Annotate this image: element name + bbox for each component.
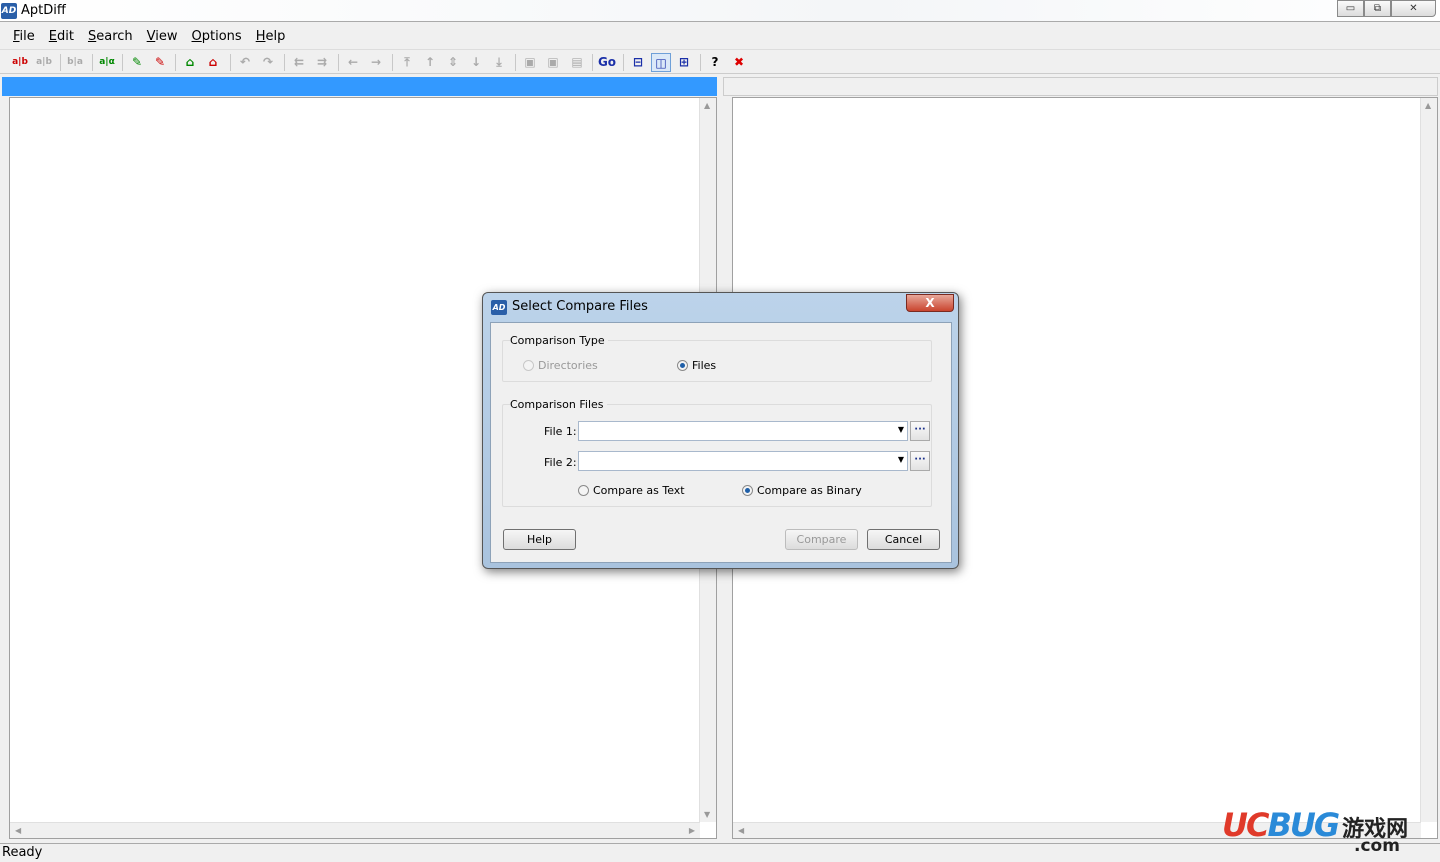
- menu-options[interactable]: Options: [185, 27, 249, 47]
- toolbar-separator: [592, 54, 593, 71]
- menu-view[interactable]: View: [140, 27, 185, 47]
- recompare-icon[interactable]: a|b: [34, 53, 54, 72]
- right-pane-header: [723, 77, 1438, 96]
- compare-as-binary-radio[interactable]: Compare as Binary: [742, 484, 862, 497]
- split-layout-icon[interactable]: ⊞: [674, 53, 694, 72]
- dialog-title: Select Compare Files: [512, 299, 648, 314]
- status-bar: Ready: [0, 843, 1440, 862]
- menu-bar: File Edit Search View Options Help: [0, 27, 292, 47]
- edit-left-icon[interactable]: ✎: [127, 53, 147, 72]
- maximize-icon[interactable]: ⧉: [1364, 0, 1391, 17]
- file1-label: File 1:: [544, 425, 577, 438]
- copy-to-right-icon[interactable]: ⇉: [312, 53, 332, 72]
- toolbar-separator: [230, 54, 231, 71]
- file2-label: File 2:: [544, 456, 577, 469]
- mark-right-icon[interactable]: ⌂: [203, 53, 223, 72]
- toolbar-separator: [392, 54, 393, 71]
- mark-left-icon[interactable]: ⌂: [180, 53, 200, 72]
- dialog-close-button[interactable]: X: [906, 294, 954, 312]
- files-radio[interactable]: Files: [677, 359, 716, 372]
- close-icon[interactable]: ✕: [1391, 0, 1436, 17]
- last-diff-icon[interactable]: ⤓: [489, 53, 509, 72]
- redo-icon[interactable]: ↷: [258, 53, 278, 72]
- save-all-icon[interactable]: ▤: [567, 53, 587, 72]
- comparison-type-label: Comparison Type: [510, 334, 608, 347]
- arrow-left-icon[interactable]: ←: [343, 53, 363, 72]
- toolbar-separator: [60, 54, 61, 71]
- edit-right-icon[interactable]: ✎: [150, 53, 170, 72]
- arrow-right-icon[interactable]: →: [366, 53, 386, 72]
- next-diff-icon[interactable]: ↓: [466, 53, 486, 72]
- current-diff-icon[interactable]: ⇕: [443, 53, 463, 72]
- comparison-files-label: Comparison Files: [510, 398, 607, 411]
- toolbar-separator: [338, 54, 339, 71]
- file2-browse-button[interactable]: ···: [910, 451, 930, 471]
- toolbar: a|b a|b b|a a|α ✎ ✎ ⌂ ⌂ ↶ ↷ ⇇ ⇉ ← → ⤒ ↑ ⇕ ↓ ⤓ ▣ ▣ ▤ Go ⊟ ◫ ⊞? ✖: [0, 49, 1440, 74]
- app-icon: AD: [1, 3, 17, 19]
- compare-button[interactable]: Compare: [785, 529, 858, 550]
- toolbar-separator: [92, 54, 93, 71]
- toolbar-separator: [623, 54, 624, 71]
- toolbar-separator: [175, 54, 176, 71]
- dialog-app-icon: AD: [491, 300, 507, 315]
- swap-icon[interactable]: b|a: [65, 53, 85, 72]
- chevron-down-icon[interactable]: ▼: [898, 425, 904, 434]
- help-button[interactable]: Help: [503, 529, 576, 550]
- first-diff-icon[interactable]: ⤒: [397, 53, 417, 72]
- watermark-logo: UCBUG 游戏网 .com: [1222, 806, 1409, 856]
- undo-icon[interactable]: ↶: [235, 53, 255, 72]
- menu-file[interactable]: File: [6, 27, 42, 47]
- horizontal-layout-icon[interactable]: ⊟: [628, 53, 648, 72]
- help-icon[interactable]: ?: [705, 53, 725, 72]
- toolbar-separator: [515, 54, 516, 71]
- prev-diff-icon[interactable]: ↑: [420, 53, 440, 72]
- go-to-line-icon[interactable]: Go: [597, 53, 617, 72]
- toolbar-separator: [284, 54, 285, 71]
- right-vertical-scrollbar[interactable]: ▲: [1420, 98, 1437, 822]
- left-horizontal-scrollbar[interactable]: ◀ ▶: [10, 822, 700, 838]
- vertical-layout-icon[interactable]: ◫: [651, 53, 671, 72]
- file1-browse-button[interactable]: ···: [910, 421, 930, 441]
- options-compare-icon[interactable]: a|α: [97, 53, 117, 72]
- select-compare-files-dialog: AD Select Compare Files X Comparison Typ…: [482, 292, 959, 569]
- chevron-down-icon[interactable]: ▼: [898, 455, 904, 464]
- title-bar: AD AptDiff ▭ ⧉ ✕: [0, 0, 1440, 22]
- exit-icon[interactable]: ✖: [729, 53, 749, 72]
- left-pane-header: [2, 77, 717, 96]
- file2-combobox[interactable]: ▼: [578, 451, 908, 471]
- menu-edit[interactable]: Edit: [42, 27, 81, 47]
- save-left-icon[interactable]: ▣: [520, 53, 540, 72]
- toolbar-separator: [122, 54, 123, 71]
- file1-combobox[interactable]: ▼: [578, 421, 908, 441]
- compare-as-text-radio[interactable]: Compare as Text: [578, 484, 685, 497]
- toolbar-separator: [700, 54, 701, 71]
- menu-search[interactable]: Search: [81, 27, 140, 47]
- compare-icon[interactable]: a|b: [10, 53, 30, 72]
- cancel-button[interactable]: Cancel: [867, 529, 940, 550]
- directories-radio[interactable]: Directories: [523, 359, 598, 372]
- copy-to-left-icon[interactable]: ⇇: [289, 53, 309, 72]
- minimize-icon[interactable]: ▭: [1337, 0, 1364, 17]
- menu-help[interactable]: Help: [249, 27, 293, 47]
- save-right-icon[interactable]: ▣: [543, 53, 563, 72]
- window-title: AptDiff: [21, 3, 66, 18]
